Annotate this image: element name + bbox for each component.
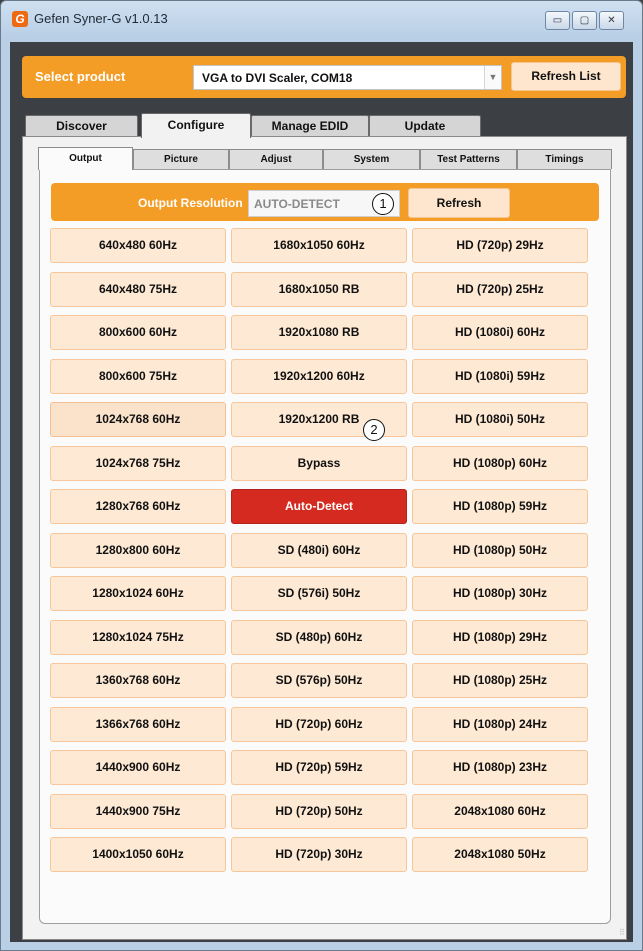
resolution-button[interactable]: HD (720p) 50Hz (231, 794, 407, 829)
output-resolution-label: Output Resolution (138, 196, 243, 210)
refresh-button[interactable]: Refresh (408, 188, 510, 218)
output-resolution-value: AUTO-DETECT (254, 197, 340, 211)
product-value: VGA to DVI Scaler, COM18 (202, 71, 353, 85)
resolution-button[interactable]: 1360x768 60Hz (50, 663, 226, 698)
maximize-icon[interactable]: ▢ (572, 11, 597, 30)
resolution-button[interactable]: HD (1080i) 59Hz (412, 359, 588, 394)
resolution-button[interactable]: HD (1080p) 23Hz (412, 750, 588, 785)
resolution-button[interactable]: 2048x1080 60Hz (412, 794, 588, 829)
output-resolution-field[interactable]: AUTO-DETECT 1 (248, 190, 400, 217)
resolution-button[interactable]: 2048x1080 50Hz (412, 837, 588, 872)
tab-adjust[interactable]: Adjust (229, 149, 323, 169)
tab-update[interactable]: Update (369, 115, 481, 137)
refresh-list-button[interactable]: Refresh List (511, 62, 621, 91)
tab-configure[interactable]: Configure (141, 113, 251, 138)
app-window: G Gefen Syner-G v1.0.13 ▭ ▢ ✕ Select pro… (0, 0, 643, 951)
resolution-button[interactable]: Bypass (231, 446, 407, 481)
resolution-button[interactable]: 640x480 75Hz (50, 272, 226, 307)
resolution-button[interactable]: HD (720p) 30Hz (231, 837, 407, 872)
tab-system[interactable]: System (323, 149, 420, 169)
resolution-button[interactable]: 1280x800 60Hz (50, 533, 226, 568)
resolution-button[interactable]: 1920x1080 RB (231, 315, 407, 350)
tab-manage-edid[interactable]: Manage EDID (251, 115, 369, 137)
resize-grip-icon[interactable]: ⠿ (619, 928, 629, 938)
gefen-logo-icon: G (12, 11, 28, 27)
chevron-down-icon[interactable]: ▼ (484, 66, 501, 89)
resolution-button[interactable]: HD (1080p) 60Hz (412, 446, 588, 481)
product-bar: Select product VGA to DVI Scaler, COM18 … (22, 56, 626, 98)
tab-timings[interactable]: Timings (517, 149, 612, 169)
resolution-button[interactable]: HD (720p) 29Hz (412, 228, 588, 263)
resolution-button[interactable]: 1440x900 60Hz (50, 750, 226, 785)
resolution-button[interactable]: 800x600 75Hz (50, 359, 226, 394)
configure-panel: Output Picture Adjust System Test Patterns Ti… (22, 136, 627, 940)
tab-test-patterns[interactable]: Test Patterns (420, 149, 517, 169)
resolution-button[interactable]: HD (1080i) 50Hz (412, 402, 588, 437)
tab-discover[interactable]: Discover (25, 115, 138, 137)
resolution-button[interactable]: 1280x1024 75Hz (50, 620, 226, 655)
resolution-button[interactable]: 1440x900 75Hz (50, 794, 226, 829)
select-product-label: Select product (35, 69, 126, 84)
tab-picture[interactable]: Picture (133, 149, 229, 169)
resolution-button[interactable]: 1280x1024 60Hz (50, 576, 226, 611)
resolution-button[interactable]: SD (480i) 60Hz (231, 533, 407, 568)
resolution-button[interactable]: 1280x768 60Hz (50, 489, 226, 524)
client-area: Select product VGA to DVI Scaler, COM18 … (10, 42, 633, 942)
resolution-button[interactable]: HD (720p) 25Hz (412, 272, 588, 307)
output-panel: Output Resolution AUTO-DETECT 1 Refresh … (39, 169, 611, 924)
resolution-button[interactable]: HD (1080p) 50Hz (412, 533, 588, 568)
resolution-button[interactable]: HD (720p) 60Hz (231, 707, 407, 742)
minimize-icon[interactable]: ▭ (545, 11, 570, 30)
resolution-button[interactable]: HD (1080p) 29Hz (412, 620, 588, 655)
tab-output[interactable]: Output (38, 147, 133, 170)
resolution-button[interactable]: SD (480p) 60Hz (231, 620, 407, 655)
title-bar[interactable]: G Gefen Syner-G v1.0.13 ▭ ▢ ✕ (1, 1, 642, 35)
resolution-button[interactable]: HD (1080i) 60Hz (412, 315, 588, 350)
resolution-button[interactable]: 1920x1200 60Hz (231, 359, 407, 394)
resolution-button[interactable]: 1680x1050 RB (231, 272, 407, 307)
resolution-button[interactable]: HD (1080p) 25Hz (412, 663, 588, 698)
resolution-button[interactable]: HD (1080p) 30Hz (412, 576, 588, 611)
output-resolution-bar: Output Resolution AUTO-DETECT 1 Refresh (51, 183, 599, 221)
resolution-button[interactable]: 1366x768 60Hz (50, 707, 226, 742)
resolution-button[interactable]: 1400x1050 60Hz (50, 837, 226, 872)
resolution-button[interactable]: 1024x768 60Hz (50, 402, 226, 437)
resolution-button[interactable]: HD (1080p) 24Hz (412, 707, 588, 742)
resolution-button[interactable]: 640x480 60Hz (50, 228, 226, 263)
resolution-button[interactable]: SD (576p) 50Hz (231, 663, 407, 698)
resolution-button[interactable]: 1024x768 75Hz (50, 446, 226, 481)
resolution-button[interactable]: SD (576i) 50Hz (231, 576, 407, 611)
callout-marker-1: 1 (372, 193, 394, 215)
resolution-button[interactable]: HD (1080p) 59Hz (412, 489, 588, 524)
resolution-button[interactable]: 1680x1050 60Hz (231, 228, 407, 263)
close-icon[interactable]: ✕ (599, 11, 624, 30)
resolution-button[interactable]: HD (720p) 59Hz (231, 750, 407, 785)
resolution-button[interactable]: Auto-Detect (231, 489, 407, 524)
window-title: Gefen Syner-G v1.0.13 (34, 11, 168, 26)
resolution-button[interactable]: 800x600 60Hz (50, 315, 226, 350)
product-dropdown[interactable]: VGA to DVI Scaler, COM18 ▼ (193, 65, 502, 90)
callout-marker-2: 2 (363, 419, 385, 441)
